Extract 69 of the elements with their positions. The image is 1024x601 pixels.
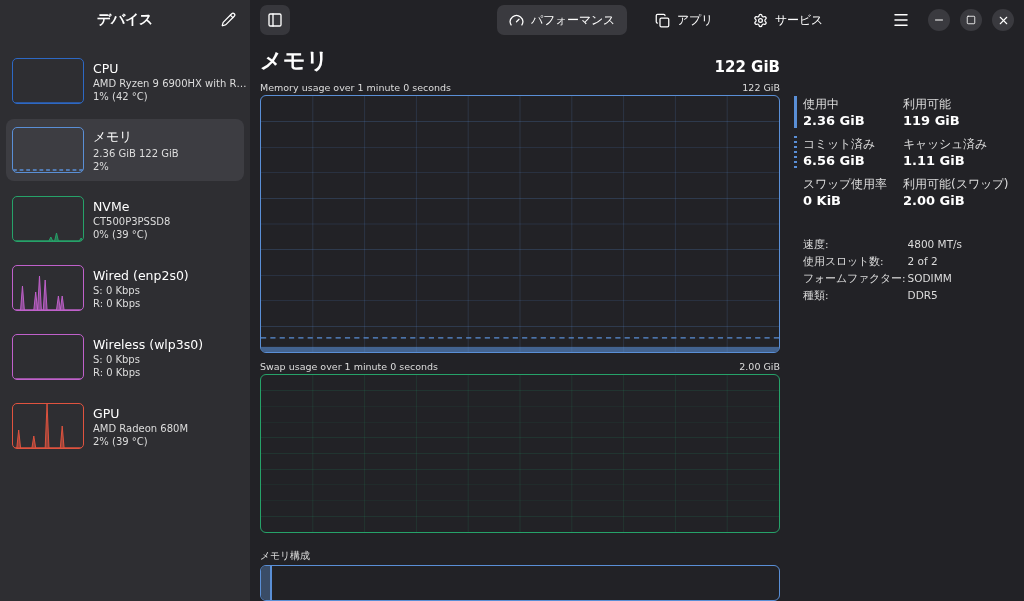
stat-value: 2.36 GiB: [803, 113, 865, 128]
detail-value: SODIMM: [907, 272, 953, 286]
detail-label: 使用スロット数:: [803, 255, 885, 269]
graph-caption: Swap usage over 1 minute 0 seconds: [260, 361, 439, 372]
memory-total: 122 GiB: [714, 58, 780, 76]
menu-button[interactable]: [892, 11, 910, 29]
device-item[interactable]: Wireless (wlp3s0) S: 0 Kbps R: 0 Kbps: [6, 326, 244, 388]
detail-label: フォームファクター:: [803, 272, 906, 286]
close-button[interactable]: [992, 9, 1014, 31]
device-name: NVMe: [93, 198, 131, 214]
device-detail: R: 0 Kbps: [93, 366, 142, 378]
device-detail: AMD Radeon 680M: [93, 422, 189, 434]
stat-value: 0 KiB: [803, 193, 842, 208]
page-title: メモリ: [260, 47, 329, 75]
device-detail: AMD Ryzen 9 6900HX with R…: [93, 77, 247, 89]
device-detail: 0% (39 °C): [93, 228, 149, 240]
sidebar-title: デバイス: [97, 11, 153, 29]
detail-value: 2 of 2: [907, 255, 939, 269]
device-detail: S: 0 Kbps: [93, 353, 141, 365]
composition-caption: メモリ構成: [260, 550, 310, 563]
legend-indicator: [794, 136, 797, 168]
device-detail: 1% (42 °C): [93, 90, 149, 102]
device-name: Wired (enp2s0): [93, 267, 189, 283]
view-tab[interactable]: パフォーマンス: [497, 5, 627, 35]
maximize-icon: [966, 15, 976, 25]
device-detail: 2%: [93, 160, 110, 172]
stat-label: 使用中: [803, 96, 840, 113]
stat-label: 利用可能(スワップ): [903, 176, 1009, 193]
menu-icon: [892, 11, 910, 29]
device-detail: 2.36 GiB 122 GiB: [93, 147, 179, 159]
device-name: Wireless (wlp3s0): [93, 336, 204, 352]
stat-value: 119 GiB: [903, 113, 960, 128]
device-item[interactable]: GPU AMD Radeon 680M 2% (39 °C): [6, 395, 244, 457]
view-tab[interactable]: サービス: [741, 5, 835, 35]
device-item[interactable]: CPU AMD Ryzen 9 6900HX with R… 1% (42 °C): [6, 50, 244, 112]
detail-value: DDR5: [907, 289, 939, 303]
device-item[interactable]: メモリ 2.36 GiB 122 GiB 2%: [6, 119, 244, 181]
detail-label: 速度:: [803, 238, 830, 252]
maximize-button[interactable]: [960, 9, 982, 31]
sidebar-toggle-button[interactable]: [260, 5, 290, 35]
device-detail: CT500P3PSSD8: [93, 215, 171, 227]
stat-value: 2.00 GiB: [903, 193, 966, 208]
view-tab[interactable]: アプリ: [643, 5, 725, 35]
device-item[interactable]: Wired (enp2s0) S: 0 Kbps R: 0 Kbps: [6, 257, 244, 319]
pencil-icon: [221, 12, 236, 27]
stat-label: スワップ使用率: [803, 176, 887, 193]
stat-label: 利用可能: [903, 96, 952, 113]
graph-caption: Memory usage over 1 minute 0 seconds: [260, 82, 452, 93]
stat-value: 1.11 GiB: [903, 153, 966, 168]
detail-label: 種類:: [803, 289, 830, 303]
device-detail: S: 0 Kbps: [93, 284, 141, 296]
device-item[interactable]: NVMe CT500P3PSSD8 0% (39 °C): [6, 188, 244, 250]
device-name: メモリ: [93, 128, 133, 146]
stat-label: コミット済み: [803, 136, 875, 153]
graph-max-label: 122 GiB: [742, 82, 780, 93]
device-detail: R: 0 Kbps: [93, 297, 142, 309]
minimize-button[interactable]: [928, 9, 950, 31]
overlapping-squares-icon: [655, 12, 670, 28]
sidebar-panel-icon: [267, 12, 283, 28]
device-name: GPU: [93, 405, 121, 421]
legend-indicator: [794, 96, 797, 128]
stat-label: キャッシュ済み: [903, 136, 987, 153]
gear-icon: [753, 12, 768, 28]
device-detail: 2% (39 °C): [93, 435, 149, 447]
gauge-icon: [509, 12, 524, 28]
device-name: CPU: [93, 60, 120, 76]
detail-value: 4800 MT/s: [907, 238, 964, 252]
graph-max-label: 2.00 GiB: [739, 361, 780, 372]
stat-value: 6.56 GiB: [803, 153, 866, 168]
